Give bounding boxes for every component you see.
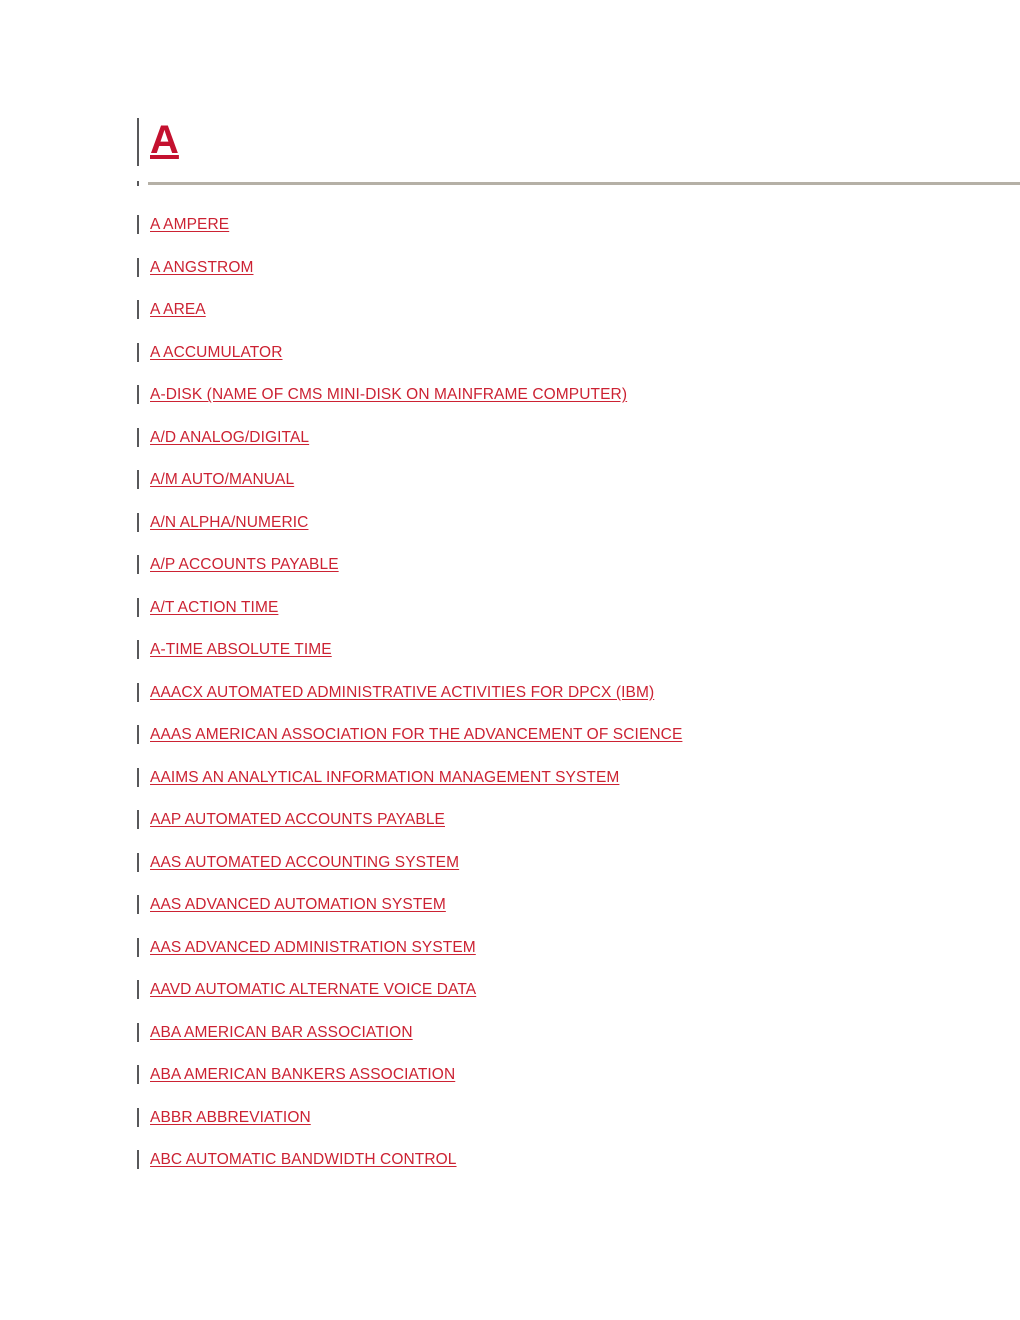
glossary-entry-link[interactable]: AAS AUTOMATED ACCOUNTING SYSTEM [150, 852, 459, 873]
page-title: A [150, 118, 179, 162]
change-bar-icon [137, 257, 139, 277]
glossary-entry: AAS ADVANCED ADMINISTRATION SYSTEM [137, 937, 997, 980]
glossary-entry: AAS AUTOMATED ACCOUNTING SYSTEM [137, 852, 997, 895]
glossary-entry-link[interactable]: AAACX AUTOMATED ADMINISTRATIVE ACTIVITIE… [150, 682, 654, 703]
glossary-entry: A ACCUMULATOR [137, 342, 997, 385]
glossary-entry-link[interactable]: A ANGSTROM [150, 257, 254, 278]
change-bar-icon [137, 597, 139, 617]
glossary-entry: AAS ADVANCED AUTOMATION SYSTEM [137, 894, 997, 937]
change-bar-icon [137, 1065, 139, 1084]
change-bar-icon [137, 385, 139, 404]
glossary-entry-link[interactable]: ABA AMERICAN BANKERS ASSOCIATION [150, 1064, 455, 1085]
change-bar-icon [137, 300, 139, 319]
change-bar-icon [137, 640, 139, 659]
change-bar-icon [137, 937, 139, 957]
glossary-entry: A-DISK (NAME OF CMS MINI-DISK ON MAINFRA… [137, 384, 997, 427]
document-page: A A AMPERE A ANGSTROM A AREA A ACCUMULATOR A… [0, 0, 1020, 1320]
glossary-entry: A/P ACCOUNTS PAYABLE [137, 554, 997, 597]
glossary-entry-link[interactable]: A/P ACCOUNTS PAYABLE [150, 554, 339, 575]
glossary-entry: A/M AUTO/MANUAL [137, 469, 997, 512]
glossary-entry: ABBR ABBREVIATION [137, 1107, 997, 1150]
glossary-entry: AAP AUTOMATED ACCOUNTS PAYABLE [137, 809, 997, 852]
glossary-entry: A/N ALPHA/NUMERIC [137, 512, 997, 555]
change-bar-icon [137, 470, 139, 489]
change-bar-icon [137, 555, 139, 574]
change-bar-icon [137, 810, 139, 829]
change-bar-icon [137, 852, 139, 872]
glossary-entry: AAVD AUTOMATIC ALTERNATE VOICE DATA [137, 979, 997, 1022]
change-bar-icon [137, 767, 139, 787]
change-bar-icon [137, 1022, 139, 1042]
glossary-entry: ABA AMERICAN BAR ASSOCIATION [137, 1022, 997, 1065]
glossary-entry-link[interactable]: A ACCUMULATOR [150, 342, 283, 363]
glossary-entry-link[interactable]: ABBR ABBREVIATION [150, 1107, 311, 1128]
glossary-entry: A/T ACTION TIME [137, 597, 997, 640]
change-bar-icon [137, 512, 139, 532]
glossary-entry-link[interactable]: AAAS AMERICAN ASSOCIATION FOR THE ADVANC… [150, 724, 682, 745]
glossary-entry-link[interactable]: AAS ADVANCED ADMINISTRATION SYSTEM [150, 937, 476, 958]
glossary-entry-link[interactable]: A/N ALPHA/NUMERIC [150, 512, 308, 533]
horizontal-divider [148, 182, 1020, 185]
glossary-entry: A-TIME ABSOLUTE TIME [137, 639, 997, 682]
glossary-entry-link[interactable]: ABA AMERICAN BAR ASSOCIATION [150, 1022, 413, 1043]
glossary-entry: ABA AMERICAN BANKERS ASSOCIATION [137, 1064, 997, 1107]
glossary-entry-link[interactable]: A AREA [150, 299, 206, 320]
glossary-entry: AAAS AMERICAN ASSOCIATION FOR THE ADVANC… [137, 724, 997, 767]
change-bar-icon [137, 980, 139, 999]
glossary-entry-link[interactable]: ABC AUTOMATIC BANDWIDTH CONTROL [150, 1149, 457, 1170]
glossary-entry-link[interactable]: A/M AUTO/MANUAL [150, 469, 294, 490]
glossary-entry-link[interactable]: A-DISK (NAME OF CMS MINI-DISK ON MAINFRA… [150, 384, 627, 405]
heading-rule [137, 180, 1020, 186]
glossary-entry: AAIMS AN ANALYTICAL INFORMATION MANAGEME… [137, 767, 997, 810]
glossary-entry-link[interactable]: AAVD AUTOMATIC ALTERNATE VOICE DATA [150, 979, 476, 1000]
change-bar-heading [137, 118, 139, 166]
change-bar-icon [137, 342, 139, 362]
glossary-entry: A/D ANALOG/DIGITAL [137, 427, 997, 470]
change-bar-icon [137, 215, 139, 234]
glossary-entry: A AMPERE [137, 214, 997, 257]
change-bar-rule [137, 181, 139, 186]
change-bar-icon [137, 895, 139, 914]
change-bar-icon [137, 1150, 139, 1169]
change-bar-icon [137, 725, 139, 744]
glossary-entry-link[interactable]: AAIMS AN ANALYTICAL INFORMATION MANAGEME… [150, 767, 619, 788]
glossary-entry-link[interactable]: A-TIME ABSOLUTE TIME [150, 639, 332, 660]
glossary-entry-link[interactable]: A AMPERE [150, 214, 229, 235]
glossary-entry-link[interactable]: AAP AUTOMATED ACCOUNTS PAYABLE [150, 809, 445, 830]
glossary-entry-list: A AMPERE A ANGSTROM A AREA A ACCUMULATOR A-D… [137, 214, 997, 1192]
change-bar-icon [137, 682, 139, 702]
glossary-entry: A AREA [137, 299, 997, 342]
change-bar-icon [137, 427, 139, 447]
glossary-entry-link[interactable]: A/D ANALOG/DIGITAL [150, 427, 309, 448]
glossary-entry-link[interactable]: A/T ACTION TIME [150, 597, 278, 618]
glossary-entry: AAACX AUTOMATED ADMINISTRATIVE ACTIVITIE… [137, 682, 997, 725]
glossary-entry: A ANGSTROM [137, 257, 997, 300]
glossary-entry-link[interactable]: AAS ADVANCED AUTOMATION SYSTEM [150, 894, 446, 915]
change-bar-icon [137, 1107, 139, 1127]
glossary-entry: ABC AUTOMATIC BANDWIDTH CONTROL [137, 1149, 997, 1192]
